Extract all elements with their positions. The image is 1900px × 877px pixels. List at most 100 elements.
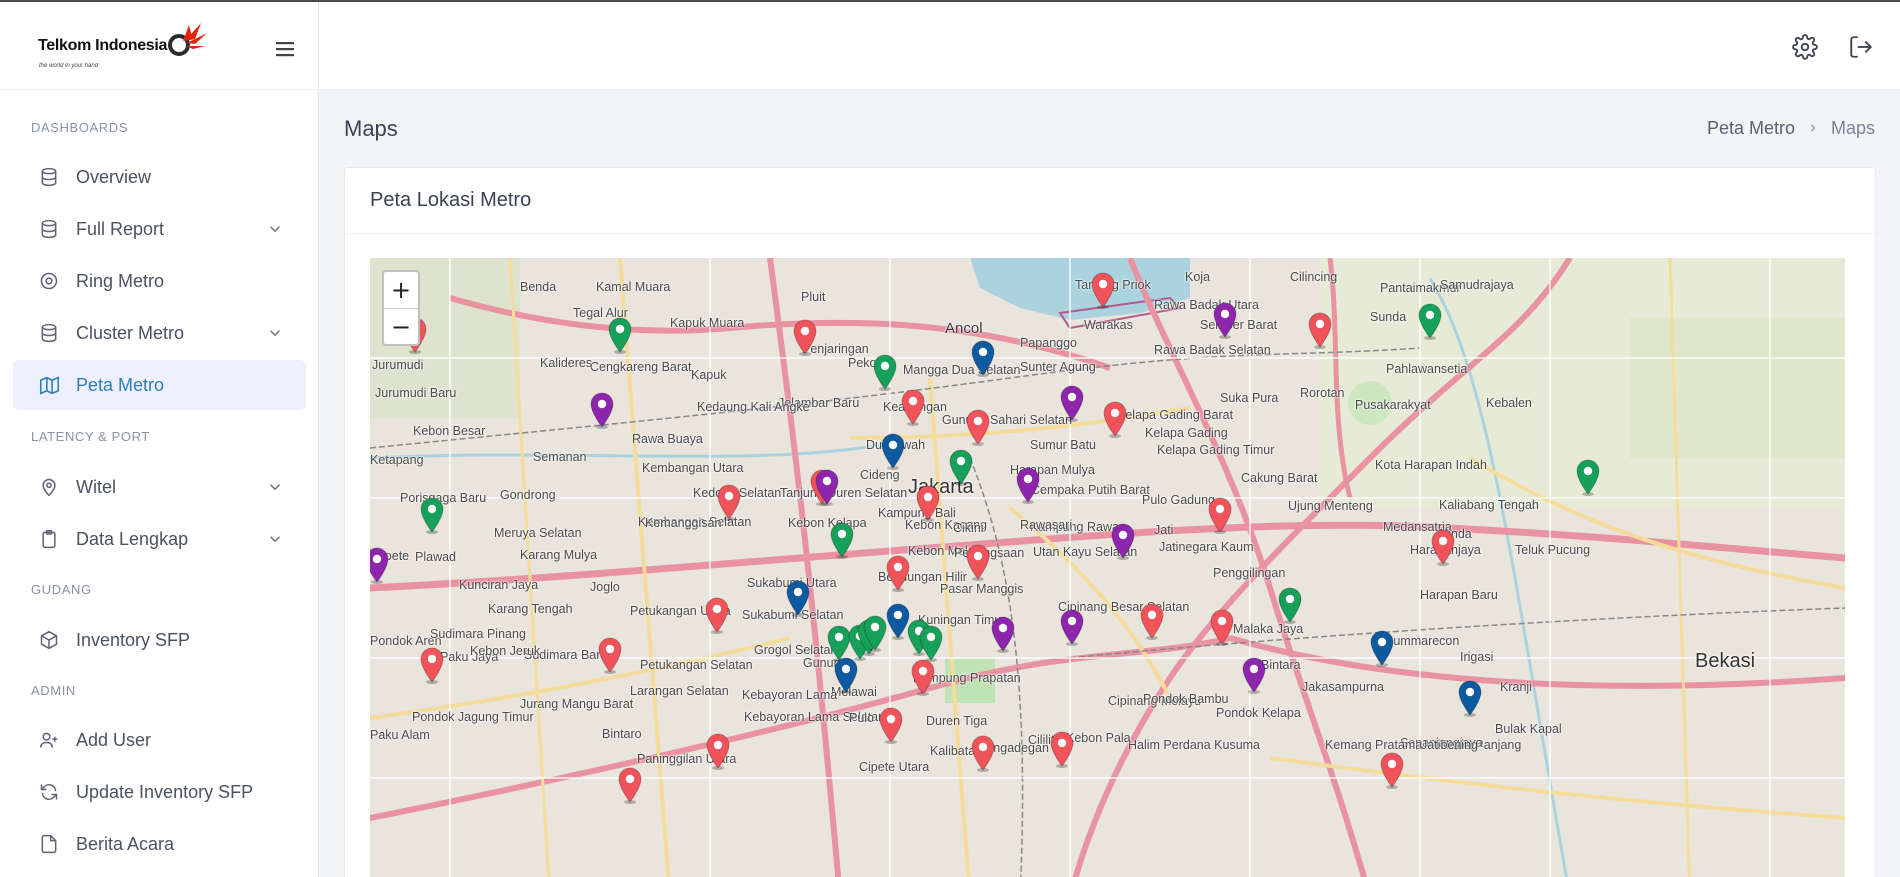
map-marker-red[interactable] bbox=[1139, 602, 1165, 640]
map-pin-icon bbox=[717, 484, 741, 521]
map-marker-blue[interactable] bbox=[785, 579, 811, 617]
sidebar-item-label: Witel bbox=[76, 476, 116, 497]
map-marker-red[interactable] bbox=[965, 408, 991, 446]
map-marker-red[interactable] bbox=[1209, 608, 1235, 646]
zoom-in-button[interactable]: + bbox=[384, 272, 418, 308]
map-pin-icon bbox=[834, 657, 858, 694]
chevron-down-icon bbox=[269, 484, 281, 491]
map-marker-red[interactable] bbox=[1090, 271, 1116, 309]
map-marker-purple[interactable] bbox=[1212, 301, 1238, 339]
map-marker-red[interactable] bbox=[885, 554, 911, 592]
map-pin-icon bbox=[949, 449, 973, 486]
map-marker-red[interactable] bbox=[965, 543, 991, 581]
map-marker-red[interactable] bbox=[716, 483, 742, 521]
sidebar-item-inventory-sfp[interactable]: Inventory SFP bbox=[13, 615, 306, 665]
map-marker-blue[interactable] bbox=[833, 656, 859, 694]
map-marker-green[interactable] bbox=[419, 496, 445, 534]
map-marker-purple[interactable] bbox=[370, 546, 390, 584]
zoom-out-button[interactable]: − bbox=[384, 308, 418, 344]
map-marker-purple[interactable] bbox=[1110, 522, 1136, 560]
map-marker-green[interactable] bbox=[1417, 302, 1443, 340]
map-marker-red[interactable] bbox=[617, 766, 643, 804]
breadcrumb: Peta Metro Maps bbox=[1707, 118, 1875, 139]
map-marker-blue[interactable] bbox=[970, 339, 996, 377]
chevron-right-icon bbox=[1807, 121, 1819, 137]
map-pin-icon bbox=[911, 659, 935, 696]
map-marker-red[interactable] bbox=[910, 658, 936, 696]
map-marker-red[interactable] bbox=[1379, 751, 1405, 789]
sidebar-item-witel[interactable]: Witel bbox=[13, 462, 306, 512]
map-marker-red[interactable] bbox=[704, 596, 730, 634]
map-pin-icon bbox=[879, 707, 903, 744]
map-marker-green[interactable] bbox=[607, 316, 633, 354]
map-pin-icon bbox=[370, 547, 389, 584]
section-title-dashboards: DASHBOARDS bbox=[31, 120, 129, 135]
map-marker-green[interactable] bbox=[918, 624, 944, 662]
menu-toggle-button[interactable] bbox=[272, 36, 298, 62]
sidebar-item-peta-metro[interactable]: Peta Metro bbox=[13, 360, 306, 410]
map-marker-red[interactable] bbox=[1430, 528, 1456, 566]
map-marker-purple[interactable] bbox=[1059, 608, 1085, 646]
map-marker-red[interactable] bbox=[597, 636, 623, 674]
map-pin-icon bbox=[420, 497, 444, 534]
map-marker-red[interactable] bbox=[970, 734, 996, 772]
map-marker-red[interactable] bbox=[792, 318, 818, 356]
map-pin-icon bbox=[881, 433, 905, 470]
sidebar-item-label: Cluster Metro bbox=[76, 322, 185, 343]
map-pin-icon bbox=[793, 319, 817, 356]
map-marker-red[interactable] bbox=[1307, 311, 1333, 349]
map-marker-red[interactable] bbox=[878, 706, 904, 744]
map-marker-red[interactable] bbox=[915, 484, 941, 522]
section-title-latency-port: LATENCY & PORT bbox=[31, 429, 150, 444]
map-marker-blue[interactable] bbox=[1457, 679, 1483, 717]
map-marker-red[interactable] bbox=[419, 646, 445, 684]
map-marker-purple[interactable] bbox=[1241, 656, 1267, 694]
map-pin-icon bbox=[1308, 312, 1332, 349]
map-marker-red[interactable] bbox=[1207, 496, 1233, 534]
map-marker-green[interactable] bbox=[1277, 586, 1303, 624]
sidebar-item-add-user[interactable]: Add User bbox=[13, 715, 306, 765]
map-marker-purple[interactable] bbox=[990, 615, 1016, 653]
map-marker-green[interactable] bbox=[1575, 458, 1601, 496]
sidebar-item-ring-metro[interactable]: Ring Metro bbox=[13, 256, 306, 306]
map-marker-purple[interactable] bbox=[589, 391, 615, 429]
sidebar-item-label: Berita Acara bbox=[76, 833, 175, 854]
map-view[interactable]: Jakarta Bekasi Ancol Kapuk Muara Pluit Penjar… bbox=[370, 258, 1845, 877]
map-marker-blue[interactable] bbox=[1369, 629, 1395, 667]
map-pin-icon bbox=[1370, 630, 1394, 667]
logout-button[interactable] bbox=[1846, 32, 1876, 62]
map-pin-icon bbox=[705, 597, 729, 634]
sidebar-item-data-lengkap[interactable]: Data Lengkap bbox=[13, 514, 306, 564]
map-marker-green[interactable] bbox=[948, 448, 974, 486]
map-pin-icon bbox=[786, 580, 810, 617]
map-marker-red[interactable] bbox=[1102, 400, 1128, 438]
sidebar-item-cluster-metro[interactable]: Cluster Metro bbox=[13, 308, 306, 358]
map-marker-purple[interactable] bbox=[814, 468, 840, 506]
settings-button[interactable] bbox=[1790, 32, 1820, 62]
map-pin-icon bbox=[1418, 303, 1442, 340]
sidebar-item-overview[interactable]: Overview bbox=[13, 152, 306, 202]
breadcrumb-link-peta-metro[interactable]: Peta Metro bbox=[1707, 118, 1795, 139]
map-marker-purple[interactable] bbox=[1015, 466, 1041, 504]
map-marker-purple[interactable] bbox=[1059, 384, 1085, 422]
map-marker-green[interactable] bbox=[862, 614, 888, 652]
zoom-control: + − bbox=[382, 270, 420, 346]
sidebar-item-label: Overview bbox=[76, 166, 152, 187]
map-marker-red[interactable] bbox=[1049, 730, 1075, 768]
breadcrumb-current: Maps bbox=[1830, 118, 1875, 138]
map-marker-blue[interactable] bbox=[880, 432, 906, 470]
sidebar-item-full-report[interactable]: Full Report bbox=[13, 204, 306, 254]
chevron-down-icon bbox=[269, 330, 281, 337]
telkom-logo[interactable]: Telkom Indonesia bbox=[38, 22, 209, 59]
map-marker-red[interactable] bbox=[705, 732, 731, 770]
map-marker-red[interactable] bbox=[900, 388, 926, 426]
database-icon bbox=[38, 322, 60, 344]
map-pin-icon bbox=[1210, 609, 1234, 646]
chevron-down-icon bbox=[269, 536, 281, 543]
sidebar-item-update-inventory-sfp[interactable]: Update Inventory SFP bbox=[13, 767, 306, 817]
sidebar-item-berita-acara[interactable]: Berita Acara bbox=[13, 819, 306, 869]
map-pin-icon bbox=[1111, 523, 1135, 560]
map-marker-green[interactable] bbox=[829, 521, 855, 559]
database-icon bbox=[38, 166, 60, 188]
map-marker-green[interactable] bbox=[872, 353, 898, 391]
